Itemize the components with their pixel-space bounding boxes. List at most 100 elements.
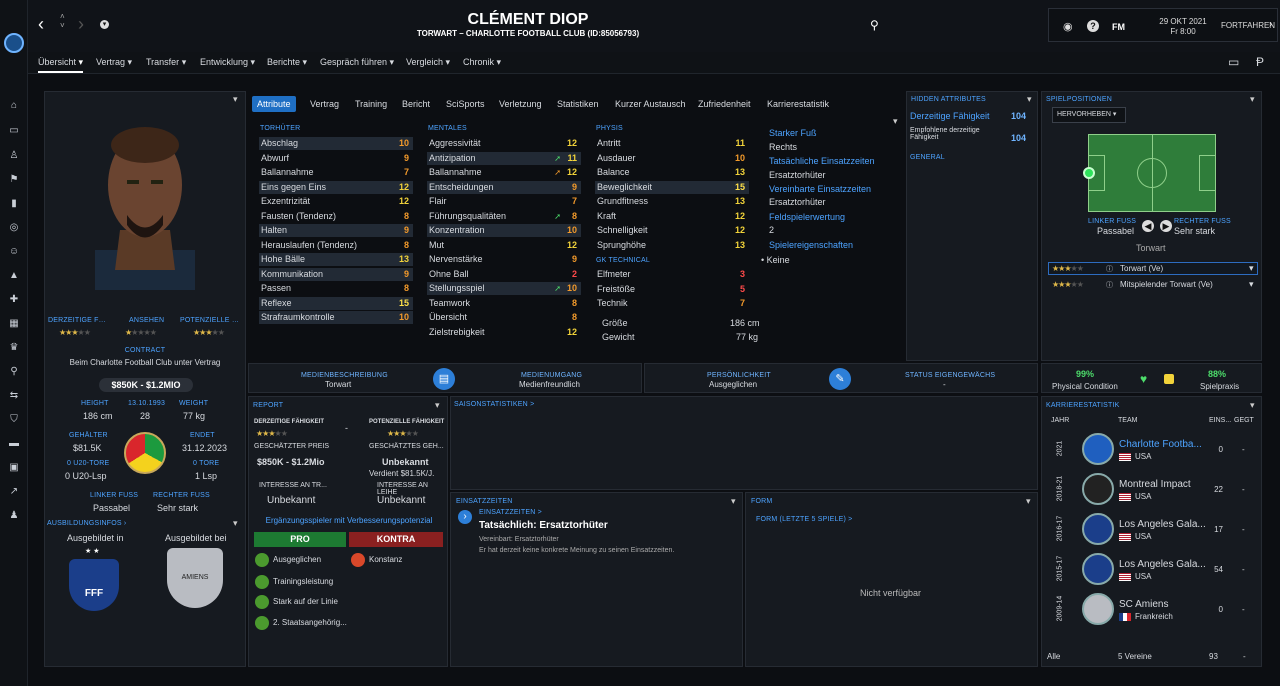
career-row[interactable]: 2009-14 SC Amiens Frankreich 0 - <box>1042 591 1261 631</box>
fm-logo[interactable]: FM <box>1112 22 1125 32</box>
attribute-row[interactable]: Nervenstärke 9 <box>427 253 581 266</box>
hidden-toggle[interactable]: ▾ <box>1027 94 1032 105</box>
attribute-row[interactable]: Ohne Ball 2 <box>427 268 581 281</box>
career-row[interactable]: 2016-17 Los Angeles Gala... USA 17 - <box>1042 511 1261 551</box>
inbox-icon[interactable]: ▭ <box>7 125 21 137</box>
tab-attributes[interactable]: Attribute <box>252 96 296 112</box>
search-icon[interactable]: ⚲ <box>7 366 21 378</box>
attribute-row[interactable]: Aggressivität 12 <box>427 137 581 150</box>
home-icon[interactable]: ⌂ <box>7 100 21 112</box>
attribute-row[interactable]: Teamwork 8 <box>427 297 581 310</box>
squad-icon[interactable]: ♙ <box>7 150 21 162</box>
career-toggle[interactable]: ▾ <box>1250 400 1255 411</box>
attribute-row[interactable]: Eins gegen Eins 12 <box>259 180 413 194</box>
medical-icon[interactable]: ✚ <box>7 294 21 306</box>
attribute-row[interactable]: Balance 13 <box>595 166 749 179</box>
tab-report[interactable]: Bericht <box>397 96 435 112</box>
attribute-row[interactable]: Führungsqualitäten 8 ➚ <box>427 210 581 223</box>
career-row[interactable]: 2015-17 Los Angeles Gala... USA 54 - <box>1042 551 1261 591</box>
attribute-row[interactable]: Flair 7 <box>427 195 581 208</box>
scouting-icon[interactable]: ◎ <box>7 222 21 234</box>
positions-toggle[interactable]: ▾ <box>1250 94 1255 105</box>
attribute-row[interactable]: Beweglichkeit 15 <box>595 180 749 194</box>
career-row[interactable]: 2018-21 Montreal Impact USA 22 - <box>1042 471 1261 511</box>
nav-transfer[interactable]: Transfer ▾ <box>146 57 186 68</box>
attribute-row[interactable]: Abschlag 10 <box>259 137 413 150</box>
nav-reports[interactable]: Berichte ▾ <box>267 57 307 68</box>
attribute-row[interactable]: Kraft 12 <box>595 210 749 223</box>
transfers-icon[interactable]: ⇆ <box>7 390 21 402</box>
search-icon[interactable]: ⚲ <box>870 18 879 32</box>
attribute-row[interactable]: Reflexe 15 <box>259 296 413 310</box>
attribute-row[interactable]: Herauslaufen (Tendenz) 8 <box>259 239 413 252</box>
tactics-icon[interactable]: ⚑ <box>7 174 21 186</box>
season-stats-title[interactable]: SAISONSTATISTIKEN > <box>454 401 534 408</box>
nav-talk[interactable]: Gespräch führen ▾ <box>320 57 394 68</box>
globe-icon[interactable]: ◉ <box>1063 20 1073 33</box>
attribute-row[interactable]: Halten 9 <box>259 224 413 237</box>
attribute-row[interactable]: Kommunikation 9 <box>259 267 413 281</box>
tab-satisfaction[interactable]: Zufriedenheit <box>693 96 756 112</box>
club-crest-icon[interactable] <box>4 33 24 53</box>
tab-quick-chat[interactable]: Kurzer Austausch <box>610 96 691 112</box>
strong-foot-label[interactable]: Starker Fuß <box>769 128 817 138</box>
tab-more-icon[interactable]: ▾ <box>893 116 898 127</box>
attribute-row[interactable]: Strafraumkontrolle 10 <box>259 311 413 324</box>
attribute-row[interactable]: Elfmeter 3 <box>595 268 749 281</box>
attribute-row[interactable]: Konzentration 10 <box>427 224 581 237</box>
manager-icon[interactable]: ♟ <box>7 510 21 522</box>
tab-stats[interactable]: Statistiken <box>552 96 604 112</box>
highlight-dropdown[interactable]: HERVORHEBEN ▾ <box>1052 107 1126 123</box>
board-icon[interactable]: ▣ <box>7 462 21 474</box>
staff-icon[interactable]: ☺ <box>7 246 21 258</box>
traits-label[interactable]: Spielereigenschaften <box>769 240 853 250</box>
attribute-row[interactable]: Sprunghöhe 13 <box>595 239 749 252</box>
continue-arrow-icon[interactable]: › <box>1269 19 1272 30</box>
nav-compare[interactable]: Vergleich ▾ <box>406 57 450 68</box>
attribute-row[interactable]: Zielstrebigkeit 12 <box>427 326 581 339</box>
nav-history[interactable]: Chronik ▾ <box>463 57 501 68</box>
training-info-link[interactable]: AUSBILDUNGSINFOS › <box>47 520 126 527</box>
paypal-icon[interactable]: Ᵽ <box>1256 55 1264 69</box>
monitor-icon[interactable]: ▭ <box>1228 55 1239 69</box>
attribute-row[interactable]: Passen 8 <box>259 282 413 295</box>
training-icon[interactable]: ▲ <box>7 270 21 282</box>
attribute-row[interactable]: Antizipation 11 ➚ <box>427 151 581 165</box>
form-link[interactable]: FORM (LETZTE 5 SPIELE) > <box>756 516 852 523</box>
attribute-row[interactable]: Fausten (Tendenz) 8 <box>259 210 413 223</box>
schedule-icon[interactable]: ▦ <box>7 318 21 330</box>
role-row-2[interactable]: ★★★★★ ⓘ Mitspielender Torwart (Ve) ▾ <box>1048 279 1258 292</box>
finances-icon[interactable]: ▬ <box>7 438 21 450</box>
attribute-row[interactable]: Entscheidungen 9 <box>427 180 581 194</box>
tab-scisports[interactable]: SciSports <box>441 96 490 112</box>
attribute-row[interactable]: Ausdauer 10 <box>595 152 749 165</box>
tab-training[interactable]: Training <box>350 96 392 112</box>
continue-button[interactable]: FORTFAHREN <box>1221 21 1275 30</box>
nav-development[interactable]: Entwicklung ▾ <box>200 57 255 68</box>
attribute-row[interactable]: Abwurf 9 <box>259 152 413 165</box>
dataanalysis-icon[interactable]: ▮ <box>7 198 21 210</box>
competitions-icon[interactable]: ♛ <box>7 342 21 354</box>
training-info-toggle[interactable]: ▾ <box>233 518 238 529</box>
form-toggle[interactable]: ▾ <box>1026 496 1031 507</box>
nav-overview[interactable]: Übersicht ▾ <box>38 57 84 73</box>
attribute-row[interactable]: Schnelligkeit 12 <box>595 224 749 237</box>
tab-injury[interactable]: Verletzung <box>494 96 547 112</box>
attribute-row[interactable]: Übersicht 8 <box>427 311 581 324</box>
tab-contract[interactable]: Vertrag <box>305 96 344 112</box>
attribute-row[interactable]: Ballannahme 7 <box>259 166 413 179</box>
attribute-row[interactable]: Technik 7 <box>595 297 749 310</box>
panel-menu-icon[interactable]: ▾ <box>233 94 238 105</box>
attribute-row[interactable]: Exzentrizität 12 <box>259 195 413 208</box>
tab-career[interactable]: Karrierestatistik <box>762 96 834 112</box>
career-row[interactable]: 2021 Charlotte Footba... USA 0 - <box>1042 431 1261 471</box>
attribute-row[interactable]: Ballannahme 12 ➚ <box>427 166 581 179</box>
attribute-row[interactable]: Freistöße 5 <box>595 283 749 296</box>
attribute-row[interactable]: Hohe Bälle 13 <box>259 253 413 266</box>
playing-time-link[interactable]: EINSATZZEITEN > <box>479 509 542 516</box>
actual-playing-time-label[interactable]: Tatsächliche Einsatzzeiten <box>769 156 875 166</box>
playing-time-toggle[interactable]: ▾ <box>731 496 736 507</box>
attribute-row[interactable]: Stellungsspiel 10 ➚ <box>427 282 581 295</box>
help-icon[interactable]: ? <box>1087 20 1099 32</box>
report-toggle[interactable]: ▾ <box>435 400 440 411</box>
